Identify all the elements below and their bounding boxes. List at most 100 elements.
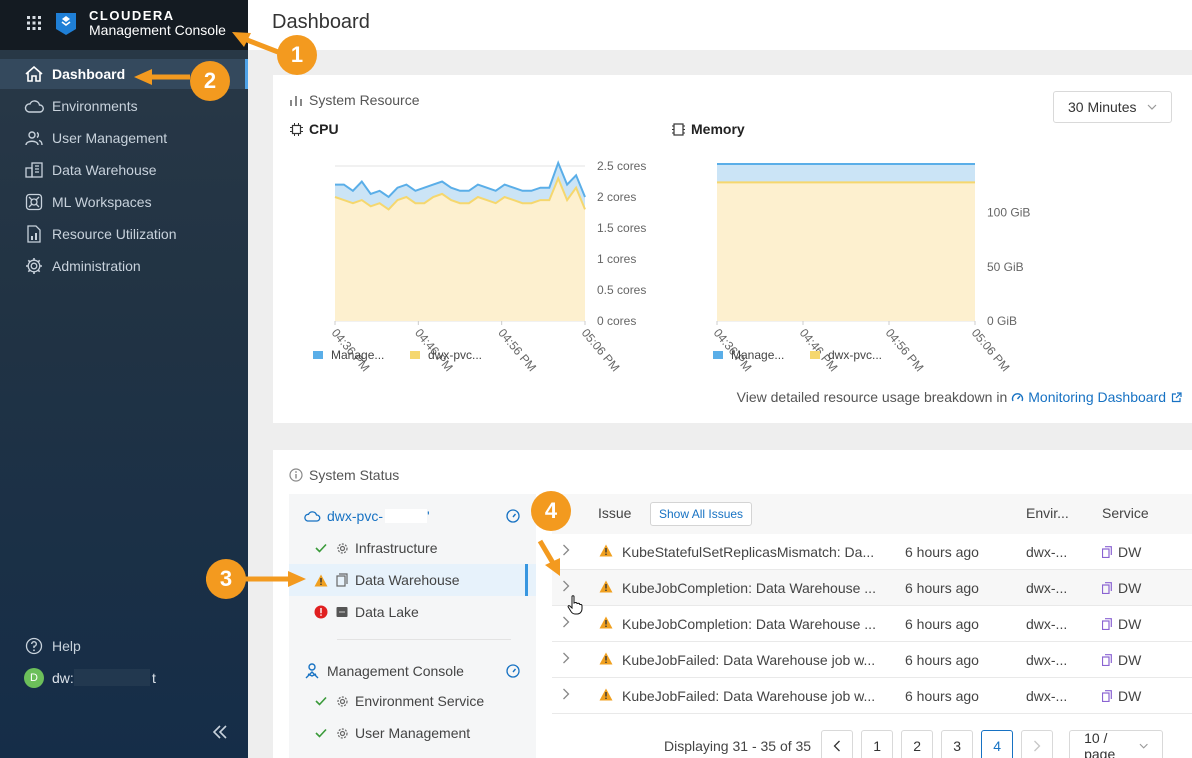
issue-text: KubeJobFailed: Data Warehouse job w... <box>622 652 876 668</box>
issues-table-header: Issue Show All Issues Envir... Service <box>552 494 1192 534</box>
table-row[interactable]: KubeJobCompletion: Data Warehouse ... 6 … <box>552 606 1192 642</box>
gauge-icon[interactable] <box>506 509 520 523</box>
cpu-title-text: CPU <box>309 121 339 137</box>
tree-mc-node[interactable]: Management Console <box>289 655 536 687</box>
legend-label: Manage... <box>331 348 384 362</box>
tree-item-data-lake[interactable]: Data Lake <box>289 596 536 628</box>
next-page-button[interactable] <box>1021 730 1054 758</box>
table-row[interactable]: KubeJobFailed: Data Warehouse job w... 6… <box>552 678 1192 714</box>
service-label: DW <box>1118 688 1142 704</box>
service-column-header[interactable]: Service <box>1102 505 1149 521</box>
memory-title-text: Memory <box>691 121 745 137</box>
app-grid-icon[interactable] <box>26 15 42 31</box>
tree-divider <box>337 639 511 640</box>
resource-icon <box>24 225 44 243</box>
sidebar-item-help[interactable]: Help <box>0 631 248 661</box>
info-icon <box>289 468 303 482</box>
expand-chevron-icon[interactable] <box>562 615 570 631</box>
page-1-button[interactable]: 1 <box>861 730 894 758</box>
tree-item-infrastructure[interactable]: Infrastructure <box>289 532 536 564</box>
sidebar-item-resource-utilization[interactable]: Resource Utilization <box>0 219 248 249</box>
y-tick-label: 0 cores <box>597 314 636 328</box>
y-tick-label: 2.5 cores <box>597 159 646 173</box>
data-lake-icon <box>335 606 349 618</box>
tree-item-label: User Management <box>355 725 471 741</box>
page-size-select[interactable]: 10 / page <box>1069 730 1164 758</box>
issue-service: DW <box>1102 688 1141 704</box>
issue-text: KubeJobCompletion: Data Warehouse ... <box>622 580 876 596</box>
chevron-left-icon <box>833 740 841 752</box>
sidebar-item-label: User Management <box>52 130 168 146</box>
check-icon <box>313 696 329 706</box>
tree-item-user-management[interactable]: User Management <box>289 717 536 749</box>
dw-service-icon <box>1102 582 1112 594</box>
expand-chevron-icon[interactable] <box>562 687 570 703</box>
tree-item-environment-service[interactable]: Environment Service <box>289 685 536 717</box>
table-row[interactable]: KubeStatefulSetReplicasMismatch: Da... 6… <box>552 534 1192 570</box>
system-resource-panel: System Resource 30 Minutes CPU Memory 2.… <box>273 75 1192 423</box>
show-all-issues-button[interactable]: Show All Issues <box>650 502 753 526</box>
warning-icon <box>599 544 613 560</box>
redaction-mask <box>74 669 150 686</box>
sidebar-item-administration[interactable]: Administration <box>0 251 248 281</box>
ml-icon <box>24 193 44 211</box>
prev-page-button[interactable] <box>821 730 854 758</box>
cloudera-logo-icon[interactable] <box>53 10 79 36</box>
gauge-icon[interactable] <box>506 664 520 678</box>
expand-chevron-icon[interactable] <box>562 651 570 667</box>
tree-env-node[interactable]: dwx-pvc- ' <box>289 500 536 532</box>
collapse-sidebar-icon[interactable] <box>210 722 230 742</box>
page-title: Dashboard <box>272 11 370 33</box>
expand-chevron-icon[interactable] <box>562 543 570 559</box>
warning-icon <box>313 574 329 587</box>
management-console-icon <box>303 663 321 679</box>
dw-service-icon <box>1102 654 1112 666</box>
external-link-icon <box>1171 391 1182 402</box>
issue-text: KubeStatefulSetReplicasMismatch: Da... <box>622 544 875 560</box>
page-3-button[interactable]: 3 <box>941 730 974 758</box>
sidebar-item-user-management[interactable]: User Management <box>0 123 248 153</box>
env-name-tail: ' <box>427 508 430 524</box>
dw-service-icon <box>1102 546 1112 558</box>
memory-chart: 100 GiB50 GiB0 GiB04:36 PM 04:46 PM 04:56 … <box>711 163 1030 374</box>
sidebar-item-ml-workspaces[interactable]: ML Workspaces <box>0 187 248 217</box>
time-range-value: 30 Minutes <box>1068 99 1137 115</box>
sidebar-item-data-warehouse[interactable]: Data Warehouse <box>0 155 248 185</box>
service-label: DW <box>1118 544 1142 560</box>
pagination-label: Displaying 31 - 35 of 35 <box>664 738 812 754</box>
callout-3: 3 <box>206 559 246 599</box>
issue-environment: dwx-... <box>1026 544 1068 560</box>
users-icon <box>24 129 44 147</box>
environment-column-header[interactable]: Envir... <box>1026 505 1069 521</box>
cpu-icon <box>290 122 303 136</box>
page-size-value: 10 / page <box>1084 730 1116 758</box>
table-row[interactable]: KubeJobFailed: Data Warehouse job w... 6… <box>552 642 1192 678</box>
monitoring-dashboard-link[interactable]: Monitoring Dashboard <box>1011 389 1182 405</box>
avatar[interactable]: D <box>24 668 44 688</box>
system-resource-label: System Resource <box>309 92 420 108</box>
tree-item-data-warehouse[interactable]: Data Warehouse <box>289 564 536 596</box>
issue-service: DW <box>1102 652 1141 668</box>
expand-chevron-icon[interactable] <box>562 579 570 595</box>
user-name[interactable]: dw: <box>52 670 74 686</box>
tree-item-label: Infrastructure <box>355 540 438 556</box>
x-tick-label: 05:06 PM <box>969 326 1013 374</box>
chevron-down-icon <box>1147 104 1157 110</box>
gauge-icon <box>1012 392 1024 401</box>
page-2-button[interactable]: 2 <box>901 730 934 758</box>
brand-bar: CLOUDERA Management Console <box>0 0 248 50</box>
time-range-select[interactable]: 30 Minutes <box>1053 91 1172 123</box>
chevron-down-icon <box>1139 743 1148 749</box>
gear-icon <box>24 257 44 275</box>
page-4-button[interactable]: 4 <box>981 730 1014 758</box>
y-tick-label: 100 GiB <box>987 206 1030 220</box>
x-tick-label: 04:56 PM <box>495 326 539 374</box>
callout-1: 1 <box>277 35 317 75</box>
cpu-chart-title: CPU <box>290 121 339 137</box>
issue-environment: dwx-... <box>1026 688 1068 704</box>
issue-environment: dwx-... <box>1026 580 1068 596</box>
callout-2: 2 <box>190 61 230 101</box>
issue-column-header[interactable]: Issue <box>598 505 631 521</box>
x-tick-label: 04:56 PM <box>883 326 927 374</box>
table-row[interactable]: KubeJobCompletion: Data Warehouse ... 6 … <box>552 570 1192 606</box>
